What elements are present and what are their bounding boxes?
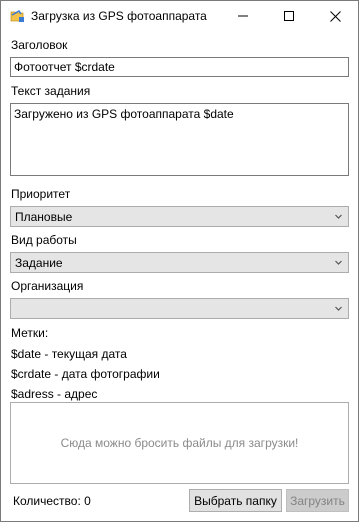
tags-header: Метки:	[11, 326, 49, 340]
upload-window: Загрузка из GPS фотоаппарата Заголовок Ф…	[0, 0, 359, 522]
organization-label: Организация	[11, 279, 84, 293]
title-input[interactable]: Фотоотчет $crdate	[10, 57, 349, 77]
minimize-button[interactable]	[220, 1, 266, 31]
chevron-down-icon	[335, 214, 342, 219]
work-type-value: Задание	[15, 256, 63, 270]
priority-select[interactable]: Плановые	[10, 206, 349, 227]
work-type-select[interactable]: Задание	[10, 252, 349, 273]
upload-button[interactable]: Загрузить	[286, 489, 349, 512]
file-count: Количество: 0	[13, 494, 91, 508]
maximize-button[interactable]	[266, 1, 312, 31]
choose-folder-button[interactable]: Выбрать папку	[189, 489, 282, 512]
title-label: Заголовок	[11, 38, 68, 52]
priority-label: Приоритет	[11, 187, 71, 201]
tag-item-adress: $adress - адрес	[11, 387, 98, 401]
close-button[interactable]	[312, 1, 358, 31]
organization-select[interactable]	[10, 298, 349, 319]
drop-zone-hint: Сюда можно бросить файлы для загрузки!	[60, 436, 299, 450]
work-type-label: Вид работы	[11, 233, 77, 247]
folder-photo-icon	[10, 10, 24, 22]
priority-value: Плановые	[15, 210, 73, 224]
close-icon	[329, 10, 341, 22]
window-title: Загрузка из GPS фотоаппарата	[31, 9, 207, 23]
chevron-down-icon	[335, 260, 342, 265]
file-drop-zone[interactable]: Сюда можно бросить файлы для загрузки!	[10, 402, 349, 484]
title-bar[interactable]: Загрузка из GPS фотоаппарата	[1, 1, 358, 31]
minimize-icon	[238, 15, 248, 17]
tag-item-crdate: $crdate - дата фотографии	[11, 367, 160, 381]
task-text-label: Текст задания	[11, 84, 91, 98]
maximize-icon	[284, 11, 294, 21]
task-text-area[interactable]: Загружено из GPS фотоаппарата $date	[10, 103, 349, 176]
chevron-down-icon	[335, 306, 342, 311]
tag-item-date: $date - текущая дата	[11, 347, 127, 361]
